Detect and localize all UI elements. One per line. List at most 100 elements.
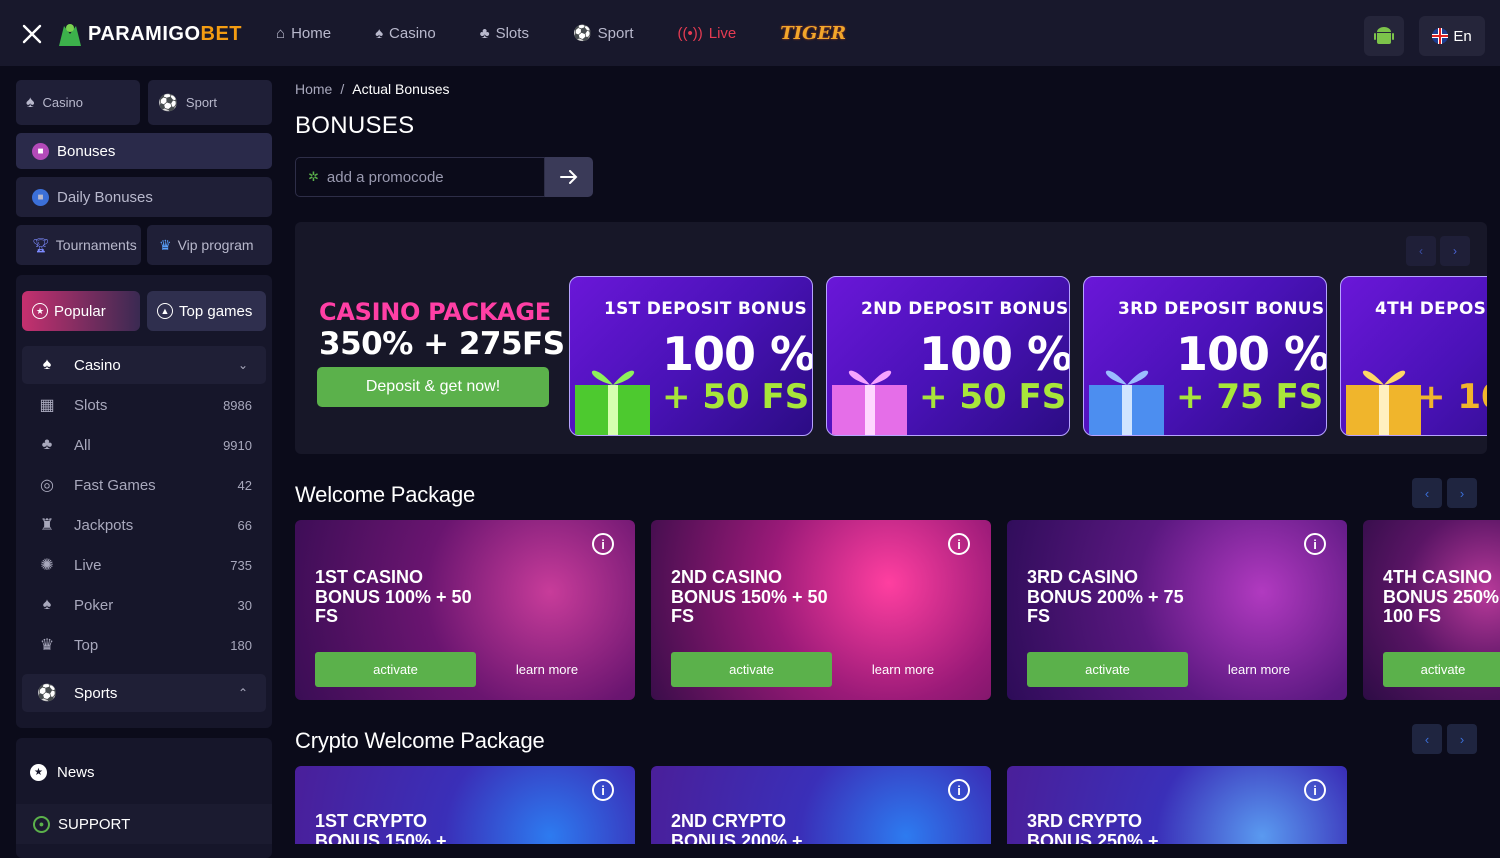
breadcrumb-home[interactable]: Home <box>295 81 332 97</box>
sidebar-item-bonuses[interactable]: ■ Bonuses <box>16 133 272 169</box>
bonus-card-title: 1ST CASINO BONUS 100% + 50 FS <box>315 567 472 626</box>
sidebar-item-poker[interactable]: ♠ Poker 30 <box>22 586 266 624</box>
close-icon[interactable] <box>22 24 42 44</box>
ball-icon: ⚽ <box>572 25 592 42</box>
sidebar-sport-button[interactable]: ⚽ Sport <box>148 80 272 125</box>
deposit-bonus-card[interactable]: 4TH DEPOSIT BONUS 5 + 10 <box>1340 276 1487 436</box>
page-title: BONUSES <box>295 112 415 139</box>
chevron-up-icon: ⌃ <box>237 686 248 700</box>
crypto-next-button[interactable]: › <box>1447 724 1477 754</box>
breadcrumb-current: Actual Bonuses <box>352 81 450 97</box>
sidebar-item-jackpots[interactable]: ♜ Jackpots 66 <box>22 506 266 544</box>
deposit-bonus-card[interactable]: 3RD DEPOSIT BONUS 100 % + 75 FS <box>1083 276 1327 436</box>
home-icon: ⌂ <box>276 24 286 42</box>
tab-top-games[interactable]: ▲ Top games <box>147 291 266 331</box>
star-icon: ★ <box>32 303 48 319</box>
android-app-button[interactable] <box>1364 16 1404 56</box>
nav-casino[interactable]: ♠ Casino <box>375 25 436 42</box>
welcome-bonus-card[interactable]: 4TH CASINO BONUS 250% 100 FS activate <box>1363 520 1500 700</box>
info-icon[interactable]: i <box>592 533 614 555</box>
sidebar-item-fast-games[interactable]: ◎ Fast Games 42 <box>22 466 266 504</box>
crown-icon: ♛ <box>159 236 172 253</box>
deposit-bonus-card[interactable]: 2ND DEPOSIT BONUS 100 % + 50 FS <box>826 276 1070 436</box>
deposit-now-button[interactable]: Deposit & get now! <box>317 367 549 407</box>
learn-more-link[interactable]: learn more <box>1199 652 1319 687</box>
tiger-promo-logo[interactable]: TIGER <box>780 23 846 44</box>
nav-sport[interactable]: ⚽ Sport <box>572 24 634 43</box>
sports-group-header[interactable]: ⚽ Sports ⌃ <box>22 674 266 712</box>
info-icon[interactable]: i <box>948 779 970 801</box>
news-label: News <box>57 764 95 781</box>
learn-more-link[interactable]: learn more <box>843 652 963 687</box>
welcome-bonus-card[interactable]: i 2ND CASINO BONUS 150% + 50 FS activate… <box>651 520 991 700</box>
cards-icon: ♠ <box>375 24 384 42</box>
sidebar-item-all[interactable]: ♣ All 9910 <box>22 426 266 464</box>
activate-button[interactable]: activate <box>1383 652 1500 687</box>
cards-icon: ♠ <box>42 356 52 373</box>
trophy-icon: ♜ <box>39 517 55 534</box>
sidebar-casino-button[interactable]: ♠ Casino <box>16 80 140 125</box>
deposit-card-freespins: + 50 FS <box>919 377 1067 417</box>
android-icon <box>1374 27 1394 44</box>
welcome-bonus-card[interactable]: i 3RD CASINO BONUS 200% + 75 FS activate… <box>1007 520 1347 700</box>
sidebar-item-support[interactable]: ● SUPPORT <box>16 804 272 844</box>
chip-icon: ◎ <box>40 477 54 494</box>
learn-more-link[interactable]: learn more <box>487 652 607 687</box>
package-prev-button[interactable]: ‹ <box>1406 236 1436 266</box>
info-icon[interactable]: i <box>592 779 614 801</box>
nav-slots[interactable]: ♣ Slots <box>480 25 529 42</box>
logo[interactable]: PARAMIGO BET <box>56 20 242 48</box>
nav-sport-label: Sport <box>597 24 634 42</box>
language-selector[interactable]: En <box>1419 16 1485 56</box>
deposit-card-percent: 100 % <box>919 327 1070 381</box>
crypto-bonus-card[interactable]: i 3RD CRYPTO BONUS 250% + <box>1007 766 1347 844</box>
sidebar-item-daily-bonuses[interactable]: ■ Daily Bonuses <box>16 177 272 217</box>
category-label: Live <box>74 556 102 574</box>
deposit-card-percent: 100 % <box>662 327 813 381</box>
info-icon[interactable]: i <box>1304 533 1326 555</box>
logo-text: PARAMIGO <box>88 22 201 45</box>
promocode-form: ✲ add a promocode <box>295 157 593 197</box>
sidebar-item-vip[interactable]: ♛ Vip program <box>147 225 272 265</box>
support-label: SUPPORT <box>58 815 131 833</box>
promocode-placeholder: add a promocode <box>326 168 444 186</box>
info-icon[interactable]: i <box>1304 779 1326 801</box>
sidebar-item-top[interactable]: ♛ Top 180 <box>22 626 266 664</box>
crypto-bonus-card[interactable]: i 1ST CRYPTO BONUS 150% + <box>295 766 635 844</box>
chevron-left-icon: ‹ <box>1424 485 1430 501</box>
crypto-package-title: Crypto Welcome Package <box>295 728 545 753</box>
logo-accent: BET <box>200 22 243 45</box>
info-icon[interactable]: i <box>948 533 970 555</box>
promocode-submit-button[interactable] <box>545 157 593 197</box>
package-next-button[interactable]: › <box>1440 236 1470 266</box>
deposit-card-title: 4TH DEPOSIT BONUS <box>1375 299 1487 319</box>
category-count: 30 <box>237 597 252 613</box>
nav-casino-label: Casino <box>389 24 436 42</box>
promocode-input[interactable]: ✲ add a promocode <box>295 157 545 197</box>
nav-home[interactable]: ⌂ Home <box>276 25 331 42</box>
sidebar-item-slots[interactable]: ▦ Slots 8986 <box>22 386 266 424</box>
activate-button[interactable]: activate <box>671 652 832 687</box>
sidebar-item-news[interactable]: ★ News <box>30 764 95 781</box>
activate-button[interactable]: activate <box>315 652 476 687</box>
casino-group-header[interactable]: ♠ Casino ⌄ <box>22 346 266 384</box>
welcome-bonus-card[interactable]: i 1ST CASINO BONUS 100% + 50 FS activate… <box>295 520 635 700</box>
welcome-package-title: Welcome Package <box>295 482 476 507</box>
ball-icon: ⚽ <box>37 685 57 702</box>
sidebar-item-tournaments[interactable]: 🏆︎ Tournaments <box>16 225 141 265</box>
slot-machine-icon: ▦ <box>39 397 55 414</box>
crypto-bonus-card[interactable]: i 2ND CRYPTO BONUS 200% + <box>651 766 991 844</box>
nav-live[interactable]: ((•)) Live <box>678 25 737 42</box>
welcome-prev-button[interactable]: ‹ <box>1412 478 1442 508</box>
tab-popular[interactable]: ★ Popular <box>22 291 140 331</box>
sidebar-item-live[interactable]: ✺ Live 735 <box>22 546 266 584</box>
welcome-next-button[interactable]: › <box>1447 478 1477 508</box>
info-panel: ★ News ● SUPPORT <box>16 738 272 858</box>
activate-button[interactable]: activate <box>1027 652 1188 687</box>
language-label: En <box>1453 27 1472 45</box>
deposit-bonus-card[interactable]: 1ST DEPOSIT BONUS 100 % + 50 FS <box>569 276 813 436</box>
nav-home-label: Home <box>291 24 332 42</box>
crypto-card-title: 1ST CRYPTO BONUS 150% + <box>315 811 447 844</box>
blue-gift-icon <box>1089 370 1164 435</box>
crypto-prev-button[interactable]: ‹ <box>1412 724 1442 754</box>
